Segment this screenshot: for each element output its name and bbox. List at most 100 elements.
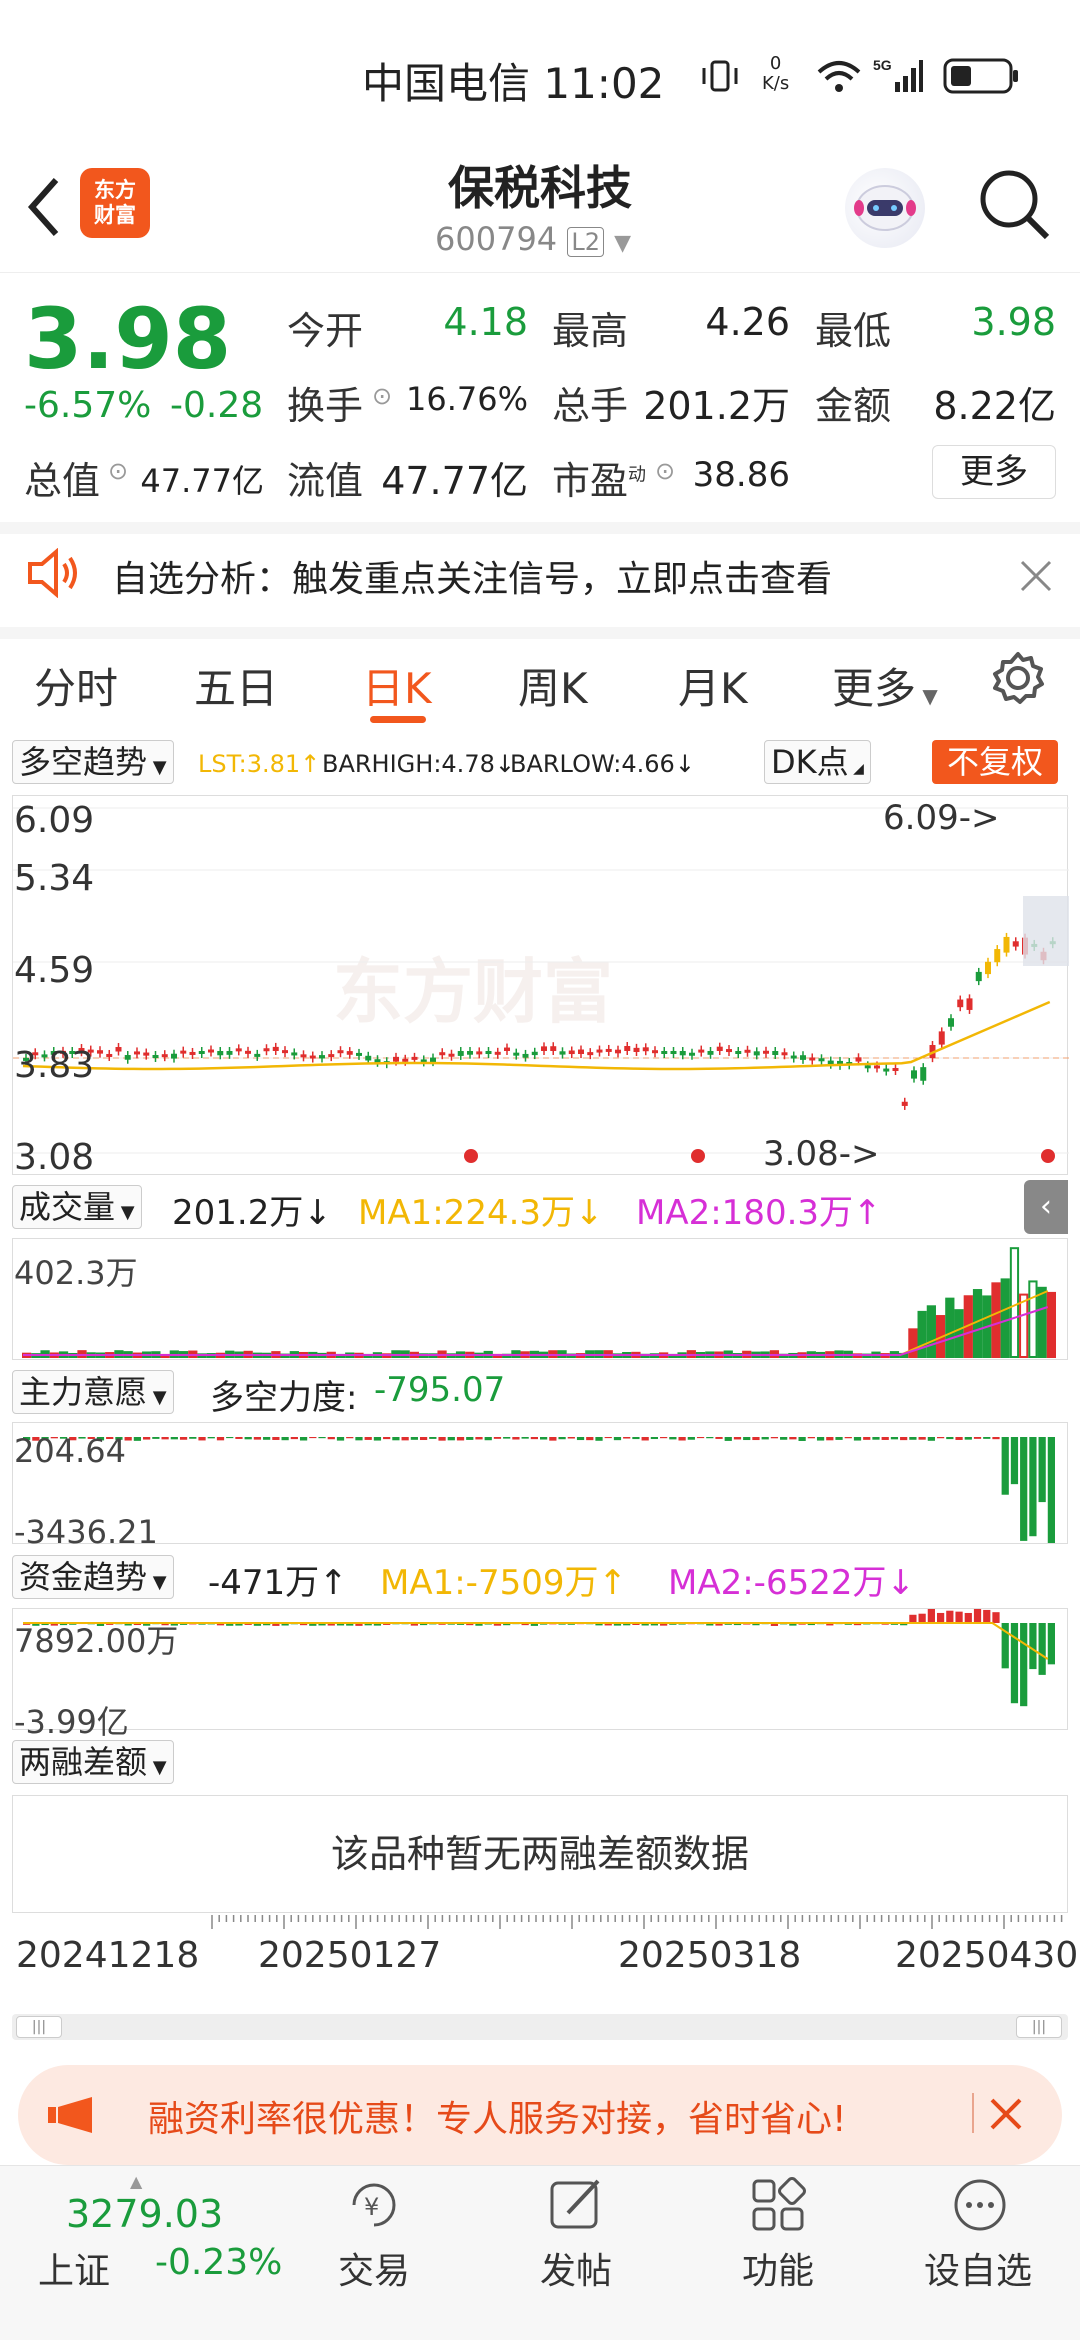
svg-text:¥: ¥ (364, 2193, 379, 2221)
info-icon[interactable]: ⊙ (655, 457, 675, 485)
nav-function[interactable]: 功能 (718, 2242, 838, 2294)
assistant-robot-icon[interactable] (845, 168, 925, 248)
volume-panel[interactable] (12, 1238, 1068, 1360)
float-label: 流值 (287, 459, 364, 503)
tab-intraday[interactable]: 分时 (34, 655, 118, 716)
date-ticks (211, 1915, 1063, 1929)
index-name[interactable]: 上证 (38, 2242, 110, 2294)
info-icon[interactable]: ⊙ (372, 382, 392, 410)
level-badge: L2 (567, 227, 604, 257)
close-icon[interactable] (1018, 558, 1054, 594)
amount-label: 金额 (815, 384, 892, 428)
current-price: 3.98 (24, 290, 232, 388)
mktcap-label: 总值 (24, 459, 101, 503)
y-label-high: 6.09 (14, 800, 95, 841)
barlow-value: BARLOW:4.66↓ (510, 750, 695, 778)
open-label: 今开 (287, 309, 364, 353)
info-icon[interactable]: ⊙ (108, 457, 128, 485)
zhuli-value: -795.07 (374, 1370, 506, 1410)
date-label-2: 20250127 (258, 1935, 442, 1976)
low-value: 3.98 (971, 300, 1056, 344)
y-label-low: 3.08 (14, 1137, 95, 1178)
open-value: 4.18 (443, 300, 528, 344)
app-logo[interactable]: 东方 财富 (80, 168, 150, 238)
tab-daily-k[interactable]: 日K (362, 655, 432, 716)
zhuli-indicator-select[interactable]: 主力意愿 ▼ (12, 1370, 174, 1414)
volume-indicator-select[interactable]: 成交量 ▼ (12, 1185, 142, 1229)
zhuli-top-label: 204.64 (14, 1432, 126, 1470)
kline-chart[interactable]: 东方财富 (12, 795, 1069, 1175)
low-label: 最低 (815, 309, 892, 353)
range-slider-track[interactable] (12, 2014, 1068, 2040)
y-label-2: 5.34 (14, 858, 95, 899)
tab-monthly-k[interactable]: 月K (678, 655, 748, 716)
collapse-panel-button[interactable]: ‹ (1024, 1180, 1068, 1234)
zijin-ma2: MA2:-6522万↓ (668, 1563, 915, 1603)
volume-value: 201.2万 (643, 384, 790, 428)
nav-post[interactable]: 发帖 (516, 2242, 636, 2294)
y-label-4: 3.83 (14, 1045, 95, 1086)
range-handle-right[interactable]: ||| (1016, 2016, 1062, 2038)
float-value: 47.77亿 (381, 459, 528, 503)
kline-svg (13, 807, 1069, 1163)
dropdown-icon: ▼ (614, 231, 632, 256)
zijin-bottom-label: -3.99亿 (14, 1703, 129, 1741)
barhigh-value: BARHIGH:4.78↓ (322, 750, 515, 778)
nav-trade[interactable]: 交易 (314, 2242, 434, 2294)
promo-text[interactable]: 融资利率很优惠！专人服务对接，省时省心! (148, 2090, 846, 2142)
stock-code-row[interactable]: 600794 L2 ▼ (435, 220, 631, 258)
pe-label: 市盈动 (552, 459, 647, 503)
zijin-top-label: 7892.00万 (14, 1622, 179, 1660)
index-value[interactable]: 3279.03 (66, 2192, 223, 2236)
rongzi-indicator-select[interactable]: 两融差额 ▼ (12, 1740, 174, 1784)
zhuli-svg (23, 1437, 1055, 1546)
date-label-4: 20250430 (895, 1935, 1079, 1976)
megaphone-icon (48, 2097, 92, 2133)
volume-current: 201.2万↓ (172, 1193, 332, 1233)
kline-indicator-select[interactable]: 多空趋势 ▼ (12, 740, 174, 784)
zhuli-label: 多空力度: (210, 1378, 358, 1418)
tab-weekly-k[interactable]: 周K (518, 655, 588, 716)
pe-value: 38.86 (692, 455, 790, 495)
tab-5day[interactable]: 五日 (194, 655, 278, 716)
range-handle-left[interactable]: ||| (16, 2016, 62, 2038)
zijin-value: -471万↑ (208, 1563, 348, 1603)
high-label: 最高 (552, 309, 629, 353)
volume-label: 总手 (552, 384, 629, 428)
fq-button[interactable]: 不复权 (932, 740, 1058, 784)
zhuli-panel[interactable] (12, 1422, 1068, 1546)
turnover-label: 换手 (287, 384, 364, 428)
low-marker: 3.08-> (763, 1134, 880, 1174)
close-icon[interactable] (988, 2096, 1024, 2132)
battery-icon (943, 58, 1018, 94)
search-icon[interactable] (975, 165, 1055, 245)
back-icon[interactable] (24, 172, 64, 242)
more-dots-icon[interactable] (950, 2175, 1010, 2235)
volume-svg (22, 1247, 1056, 1359)
trade-yen-icon[interactable]: ¥ (344, 2175, 404, 2235)
volume-ma1: MA1:224.3万↓ (358, 1193, 604, 1233)
volume-max-label: 402.3万 (14, 1254, 138, 1292)
vibrate-icon (702, 60, 738, 92)
stock-code: 600794 (435, 220, 558, 258)
post-edit-icon[interactable] (546, 2175, 606, 2235)
function-grid-icon[interactable] (748, 2175, 808, 2235)
notice-text[interactable]: 自选分析：触发重点关注信号，立即点击查看 (112, 550, 832, 602)
change-abs: -0.28 (170, 385, 264, 426)
active-tab-indicator (370, 716, 426, 723)
more-button[interactable]: 更多 (932, 445, 1056, 499)
wifi-icon (817, 61, 861, 92)
nav-add-watchlist[interactable]: 设自选 (918, 2242, 1038, 2294)
index-change[interactable]: -0.23% (155, 2242, 282, 2283)
net-speed: 0 K/s (762, 53, 790, 94)
zijin-indicator-select[interactable]: 资金趋势 ▼ (12, 1555, 174, 1599)
speaker-icon (28, 548, 77, 598)
date-label-3: 20250318 (618, 1935, 802, 1976)
gear-icon[interactable] (990, 650, 1046, 706)
zhuli-bottom-label: -3436.21 (14, 1513, 158, 1551)
dk-point-select[interactable]: DK点 ◢ (764, 740, 871, 784)
tab-more[interactable]: 更多 ▼ (832, 655, 938, 716)
svg-text:5G: 5G (873, 57, 892, 73)
stock-name: 保税科技 (448, 161, 632, 215)
promo-divider (972, 2093, 974, 2133)
